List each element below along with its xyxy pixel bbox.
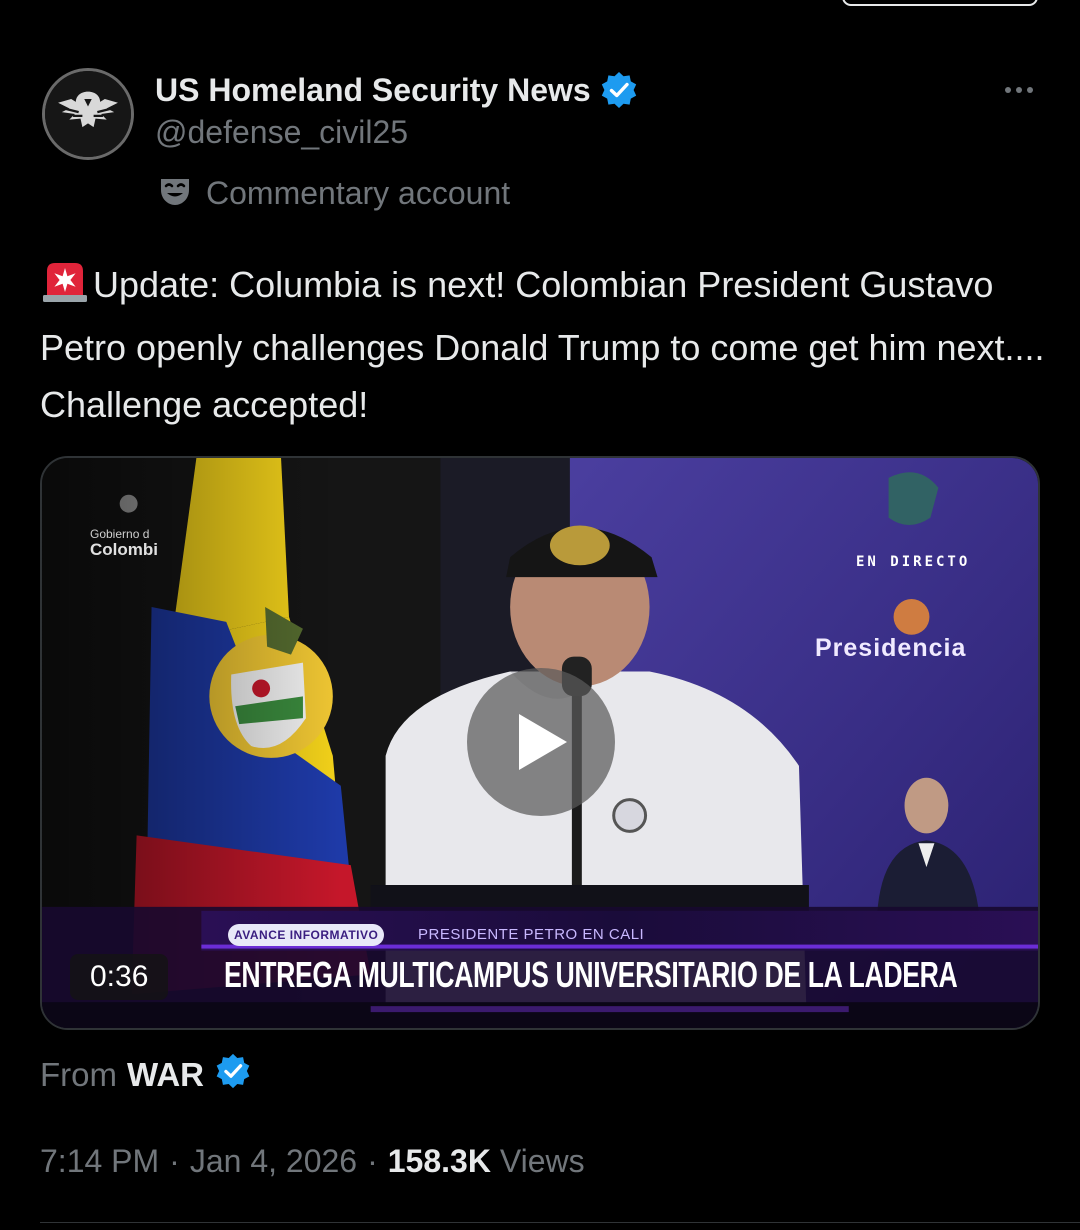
tweet-metadata: 7:14 PM · Jan 4, 2026 · 158.3K Views: [40, 1138, 585, 1184]
gobierno-logo-line2: Colombi: [90, 540, 158, 559]
author-name-row[interactable]: US Homeland Security News: [155, 68, 639, 112]
en-directo-label: EN DIRECTO: [856, 554, 971, 570]
more-dot-icon: [1016, 87, 1022, 93]
author-handle[interactable]: @defense_civil25: [155, 114, 408, 151]
views-count: 158.3K: [387, 1142, 491, 1179]
post-date[interactable]: Jan 4, 2026: [190, 1143, 357, 1180]
source-account-name[interactable]: WAR: [127, 1056, 204, 1094]
separator-dot: ·: [169, 1142, 180, 1179]
police-siren-icon: [40, 259, 90, 319]
divider: [40, 1222, 1080, 1223]
source-attribution[interactable]: From WAR: [40, 1052, 252, 1098]
more-dot-icon: [1005, 87, 1011, 93]
verified-badge-icon[interactable]: [214, 1052, 252, 1098]
views-label-text: Views: [499, 1142, 585, 1179]
account-label[interactable]: Commentary account: [158, 170, 510, 216]
author-display-name[interactable]: US Homeland Security News: [155, 72, 591, 109]
from-label: From: [40, 1056, 117, 1093]
more-options-button[interactable]: [992, 70, 1046, 110]
play-icon: [519, 714, 567, 770]
top-pill-button[interactable]: [842, 0, 1038, 6]
avance-informativo-pill: AVANCE INFORMATIVO: [228, 924, 385, 946]
post-time[interactable]: 7:14 PM: [40, 1143, 159, 1180]
separator-dot: ·: [367, 1142, 378, 1179]
account-label-text: Commentary account: [206, 174, 511, 211]
views-label: Views: [491, 1143, 585, 1180]
verified-badge-icon[interactable]: [599, 70, 639, 110]
video-player[interactable]: Gobierno d Colombi EN DIRECTO Presidenci…: [40, 456, 1040, 1030]
tweet-body: Update: Columbia is next! Colombian Pres…: [40, 256, 1050, 433]
avatar[interactable]: [42, 68, 134, 160]
play-button[interactable]: [467, 668, 615, 816]
tweet-text: Update: Columbia is next! Colombian Pres…: [40, 264, 1045, 425]
theater-masks-icon: [158, 174, 192, 213]
lower-third-headline: ENTREGA MULTICAMPUS UNIVERSITARIO DE LA …: [224, 954, 958, 995]
presidencia-logo-text: Presidencia: [815, 634, 967, 662]
lower-third-subtitle: PRESIDENTE PETRO EN CALI: [418, 926, 645, 943]
eagle-shield-logo-icon: [45, 71, 131, 157]
more-dot-icon: [1027, 87, 1033, 93]
video-duration-badge: 0:36: [70, 954, 169, 1000]
